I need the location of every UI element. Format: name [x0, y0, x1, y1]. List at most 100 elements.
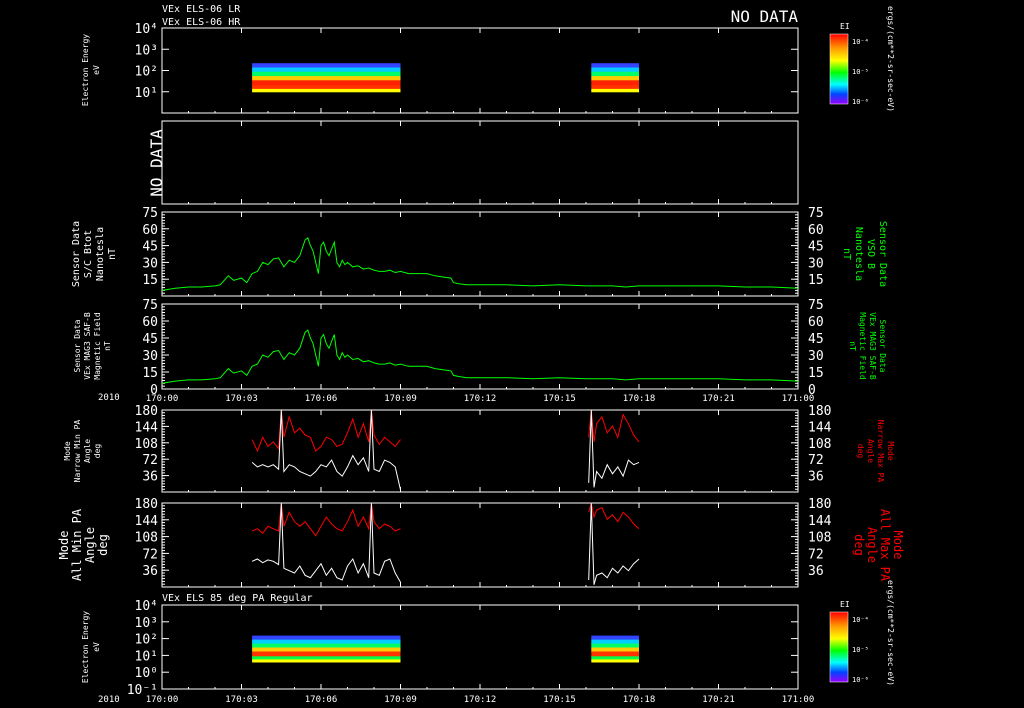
heatmap-band — [252, 63, 401, 68]
colorbar-tick: 10⁻⁵ — [852, 646, 869, 654]
y-tick-label-right: 45 — [808, 240, 824, 255]
y-label-line2: All Min PA — [70, 508, 84, 581]
y-tick-label-right: 60 — [808, 315, 824, 330]
y-tick-label-left: 75 — [142, 206, 158, 221]
no-data-banner: NO DATA — [731, 7, 799, 26]
colorbar-tick: 10⁻⁶ — [852, 676, 869, 684]
y-tick-label-right: 75 — [808, 298, 824, 313]
time-tick-label: 171:00 — [782, 695, 815, 705]
y-tick-label-right: 60 — [808, 223, 824, 238]
heatmap-band — [591, 76, 639, 81]
y-tick-label-left: 72 — [142, 453, 158, 468]
y-label-line2: S/C Btot — [83, 230, 94, 278]
y-tick-label-right: 180 — [808, 497, 831, 512]
heatmap-band — [591, 67, 639, 73]
y-label-line2: eV — [92, 642, 101, 652]
y-tick-label: 10⁰ — [135, 666, 158, 681]
time-axis-middle: 170:00 170:03 170:06 170:09 170:12 170:15 170:… — [146, 394, 815, 404]
time-tick-label: 170:03 — [225, 394, 258, 404]
colorbar-gradient — [829, 33, 849, 105]
y-tick-label-left: 144 — [135, 420, 159, 435]
colorbar-tick: 10⁻⁶ — [852, 98, 869, 106]
bottom-panel-title: VEx ELS 85 deg PA Regular — [162, 593, 313, 604]
y-label-right-line1: Mode — [886, 441, 895, 460]
heatmap-band — [252, 88, 401, 93]
y-tick-label-right: 36 — [808, 470, 824, 485]
heatmap-band — [591, 63, 639, 68]
time-tick-label: 170:06 — [305, 695, 338, 705]
y-tick-label-left: 60 — [142, 223, 158, 238]
plot-canvas: VEx ELS-06 LR VEx ELS-06 HR NO DATA 10⁴ 1… — [0, 0, 1024, 708]
header-title-hr: VEx ELS-06 HR — [162, 17, 241, 28]
time-axis-year: 2010 — [98, 695, 120, 705]
y-label-right-line3: Magnetic Field — [858, 312, 867, 380]
y-tick-label-left: 15 — [142, 273, 158, 288]
y-label-line4: nT — [103, 341, 112, 351]
heatmap-band — [591, 647, 639, 652]
header-title-lr: VEx ELS-06 LR — [162, 4, 241, 15]
y-tick-label-left: 180 — [135, 497, 158, 512]
y-label-line4: deg — [96, 534, 110, 556]
heatmap-band — [591, 639, 639, 645]
y-label-right-line2: VEx MAG3 SAF-B — [868, 312, 877, 380]
y-label-line1: Electron Energy — [81, 34, 90, 106]
time-tick-label: 170:03 — [225, 695, 258, 705]
heatmap-band — [252, 67, 401, 73]
y-label-line1: Mode — [63, 441, 72, 460]
heatmap-band — [252, 85, 401, 90]
y-tick-label-left: 36 — [142, 564, 158, 579]
heatmap-band — [591, 651, 639, 657]
y-tick-label-left: 45 — [142, 240, 158, 255]
heatmap-band — [252, 635, 401, 641]
y-label-right-line1: Mode — [891, 531, 905, 560]
colorbar-label: EI — [840, 22, 850, 31]
y-label-right-line4: deg — [852, 534, 866, 556]
y-tick-label-right: 75 — [808, 206, 824, 221]
heatmap-band — [252, 643, 401, 649]
y-tick-label: 10³ — [135, 43, 158, 58]
y-label-right-line4: deg — [856, 444, 865, 459]
y-tick-label-left: 72 — [142, 547, 158, 562]
colorbar-units: ergs/(cm**2-sr-sec-eV) — [886, 580, 895, 686]
y-label-line3: Angle — [83, 527, 97, 563]
y-label-right-line2: Narrow Max PA — [876, 420, 885, 483]
y-tick-label: 10³ — [135, 616, 158, 631]
time-tick-label: 170:06 — [305, 394, 338, 404]
y-label-line3: Nanotesla — [95, 227, 106, 281]
y-tick-label-right: 144 — [808, 420, 832, 435]
heatmap-band — [591, 88, 639, 93]
y-label-right-line3: Angle — [865, 527, 879, 563]
heatmap-band — [591, 80, 639, 86]
time-tick-label: 170:18 — [623, 394, 656, 404]
time-tick-label: 171:00 — [782, 394, 815, 404]
y-tick-label: 10¹ — [135, 649, 158, 664]
heatmap-band — [252, 659, 401, 663]
time-tick-label: 170:09 — [384, 394, 417, 404]
heatmap-band — [252, 76, 401, 81]
y-tick-label: 10⁴ — [135, 599, 158, 614]
y-tick-label-right: 72 — [808, 547, 824, 562]
y-tick-label-right: 30 — [808, 349, 824, 364]
y-tick-label-left: 30 — [142, 349, 158, 364]
y-label-right-line3: Angle — [866, 439, 875, 463]
colorbar-tick: 10⁻⁴ — [852, 616, 869, 624]
y-tick-label-left: 36 — [142, 470, 158, 485]
y-tick-label-left: 30 — [142, 256, 158, 271]
heatmap-band — [591, 71, 639, 77]
time-tick-label: 170:21 — [702, 695, 735, 705]
y-label-line2: eV — [92, 65, 101, 75]
heatmap-band — [591, 643, 639, 649]
y-tick-label: 10² — [135, 633, 158, 648]
y-tick-label-left: 144 — [135, 514, 159, 529]
no-data-label: NO DATA — [147, 129, 166, 197]
y-tick-label-left: 75 — [142, 298, 158, 313]
y-tick-label-right: 15 — [808, 273, 824, 288]
time-tick-label: 170:00 — [146, 695, 179, 705]
time-tick-label: 170:12 — [464, 695, 497, 705]
y-label-right-line4: nT — [841, 248, 852, 260]
y-tick-label-right: 144 — [808, 514, 832, 529]
time-tick-label: 170:18 — [623, 695, 656, 705]
y-label-line1: Sensor Data — [71, 221, 82, 287]
y-tick-label-right: 30 — [808, 256, 824, 271]
heatmap-band — [252, 651, 401, 657]
